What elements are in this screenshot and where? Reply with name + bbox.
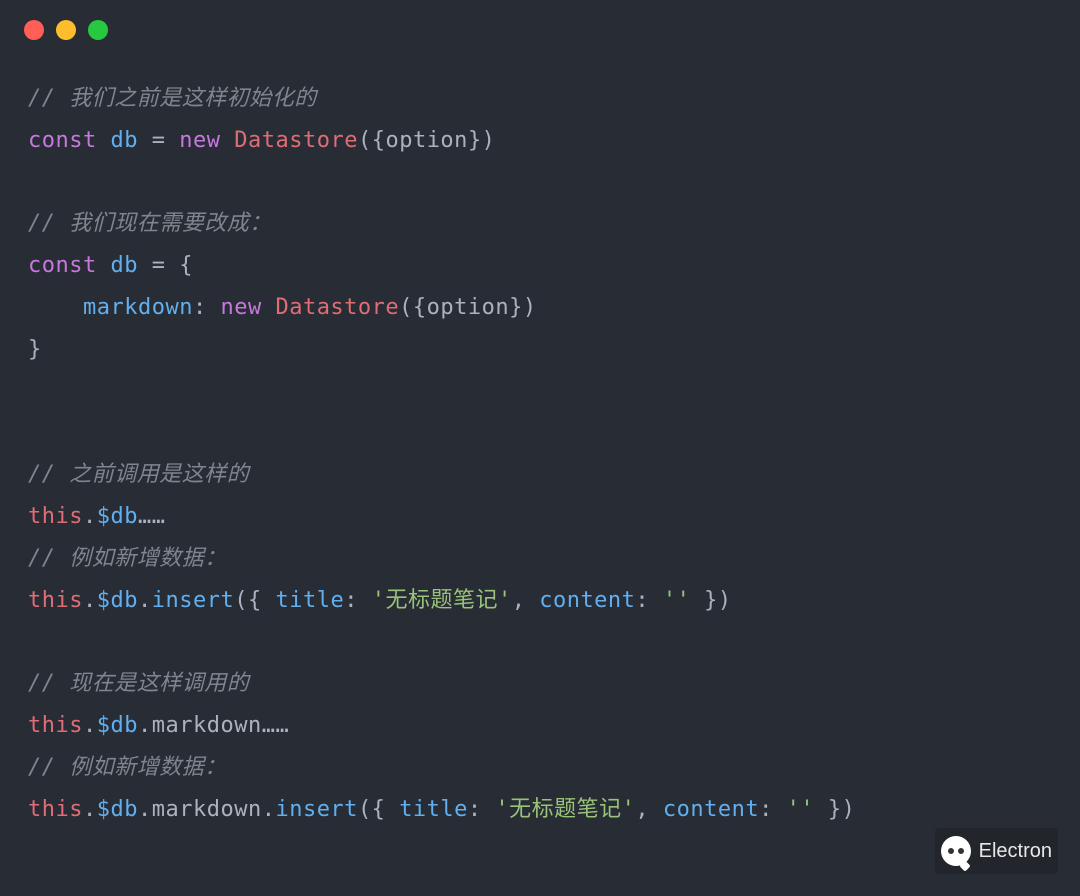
wechat-icon [941, 836, 971, 866]
close-icon[interactable] [24, 20, 44, 40]
minimize-icon[interactable] [56, 20, 76, 40]
code-line: const db = new Datastore({option}) [28, 120, 1052, 162]
code-line: this.$db.markdown…… [28, 705, 1052, 747]
comment: // 之前调用是这样的 [28, 462, 249, 487]
code-line: this.$db.markdown.insert({ title: '无标题笔记… [28, 789, 1052, 831]
code-line: } [28, 329, 1052, 371]
code-line: // 我们现在需要改成： [28, 203, 1052, 245]
watermark-label: Electron [979, 832, 1052, 870]
code-block: // 我们之前是这样初始化的 const db = new Datastore(… [0, 48, 1080, 860]
code-line: this.$db.insert({ title: '无标题笔记', conten… [28, 580, 1052, 622]
comment: // 例如新增数据： [28, 755, 227, 780]
code-line: // 例如新增数据： [28, 538, 1052, 580]
maximize-icon[interactable] [88, 20, 108, 40]
code-line: // 例如新增数据： [28, 747, 1052, 789]
code-line [28, 621, 1052, 663]
comment: // 例如新增数据： [28, 546, 227, 571]
code-line: // 现在是这样调用的 [28, 663, 1052, 705]
comment: // 我们之前是这样初始化的 [28, 86, 317, 111]
code-line: this.$db…… [28, 496, 1052, 538]
code-line [28, 412, 1052, 454]
code-line: const db = { [28, 245, 1052, 287]
comment: // 我们现在需要改成： [28, 211, 272, 236]
watermark: Electron [935, 828, 1058, 874]
code-line: // 之前调用是这样的 [28, 454, 1052, 496]
code-line [28, 162, 1052, 204]
window-title-bar [0, 0, 1080, 48]
code-line: markdown: new Datastore({option}) [28, 287, 1052, 329]
code-line: // 我们之前是这样初始化的 [28, 78, 1052, 120]
code-line [28, 371, 1052, 413]
comment: // 现在是这样调用的 [28, 671, 249, 696]
